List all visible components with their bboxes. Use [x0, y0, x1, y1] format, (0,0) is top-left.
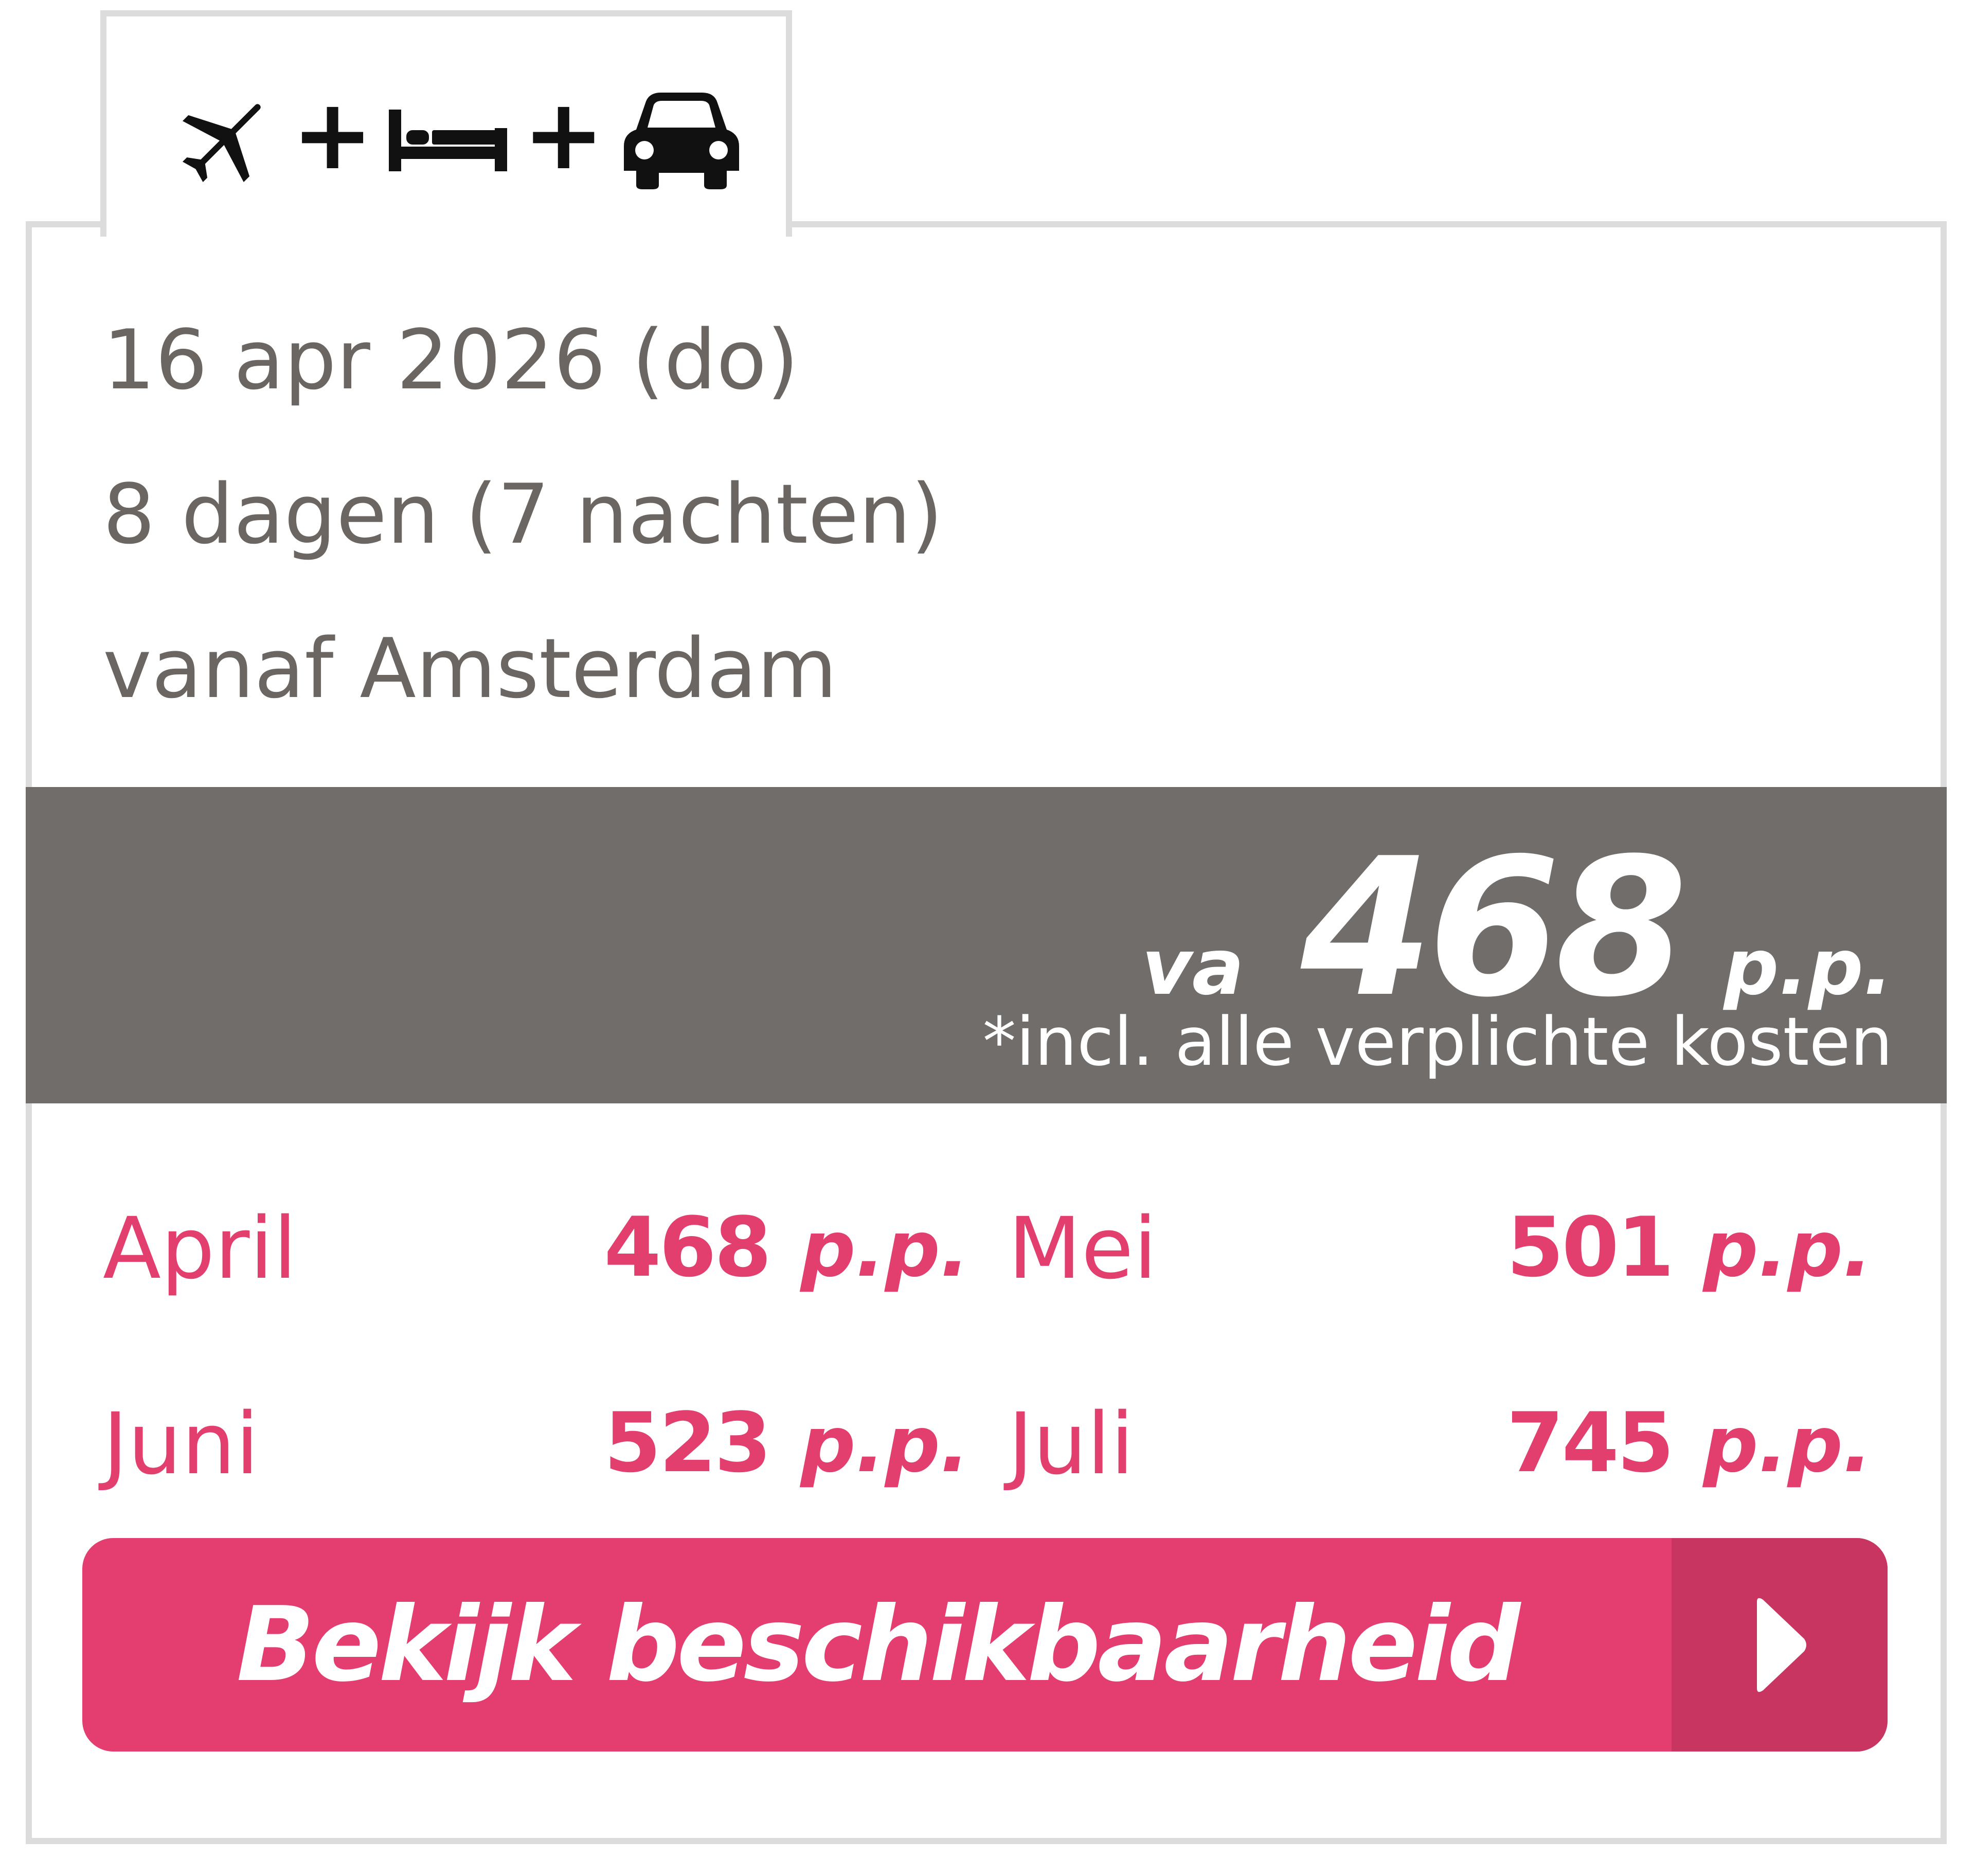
price-banner: va 468 p.p. *incl. alle verplichte koste…	[26, 787, 1947, 1103]
month-price[interactable]: 468 p.p.	[604, 1206, 969, 1289]
plane-icon	[182, 104, 261, 183]
month-price-value: 523	[604, 1395, 771, 1491]
month-price-value: 501	[1506, 1199, 1674, 1295]
car-icon	[624, 93, 740, 189]
view-availability-label: Bekijk beschikbaarheid	[236, 1585, 1521, 1705]
package-tab[interactable]: + +	[100, 10, 792, 237]
month-name[interactable]: Juni	[103, 1402, 259, 1487]
month-price-value: 745	[1506, 1395, 1674, 1491]
price-prefix: va	[1141, 923, 1244, 1012]
month-price-value: 468	[604, 1199, 771, 1295]
month-name[interactable]: April	[103, 1206, 297, 1291]
month-price-unit: p.p.	[1703, 1400, 1872, 1490]
departure-airport: vanaf Amsterdam	[103, 620, 837, 717]
departure-date: 16 apr 2026 (do)	[103, 312, 799, 408]
month-price[interactable]: 523 p.p.	[604, 1402, 969, 1484]
plus-separator: +	[292, 78, 374, 191]
cta-arrow-box[interactable]	[1672, 1538, 1888, 1752]
trip-duration: 8 dagen (7 nachten)	[103, 466, 943, 562]
price-unit: p.p.	[1723, 923, 1893, 1012]
price-note: *incl. alle verplichte kosten	[982, 1003, 1893, 1081]
view-availability-button[interactable]: Bekijk beschikbaarheid	[82, 1538, 1888, 1752]
month-price-unit: p.p.	[800, 1400, 969, 1490]
bed-icon	[389, 110, 508, 171]
plus-separator: +	[523, 78, 605, 191]
month-price-unit: p.p.	[1703, 1205, 1872, 1294]
month-price-unit: p.p.	[800, 1205, 969, 1294]
package-icons: + +	[173, 83, 743, 196]
chevron-right-icon	[1757, 1598, 1806, 1692]
month-price[interactable]: 745 p.p.	[1506, 1402, 1872, 1484]
month-name[interactable]: Juli	[1008, 1402, 1134, 1487]
month-price[interactable]: 501 p.p.	[1506, 1206, 1872, 1289]
month-name[interactable]: Mei	[1008, 1206, 1157, 1291]
